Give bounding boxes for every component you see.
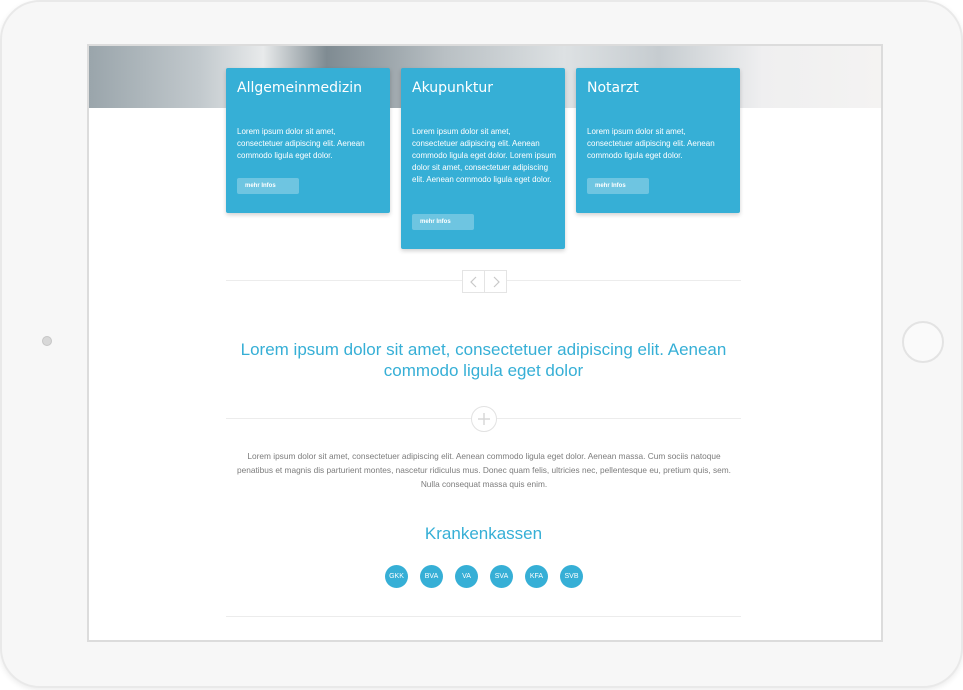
chevron-right-icon[interactable] — [484, 271, 506, 292]
card-body: Lorem ipsum dolor sit amet, consectetuer… — [412, 127, 557, 184]
kk-badge-sva[interactable]: SVA — [490, 565, 513, 588]
card-body: Lorem ipsum dolor sit amet, consectetuer… — [587, 127, 715, 160]
intro-paragraph: Lorem ipsum dolor sit amet, consectetuer… — [237, 451, 731, 489]
krankenkassen-title: Krankenkassen — [424, 524, 543, 543]
mehr-infos-button[interactable]: mehr Infos — [412, 214, 474, 230]
service-card-akupunktur: Akupunktur Lorem ipsum dolor sit amet, c… — [401, 68, 565, 249]
mehr-infos-button[interactable]: mehr Infos — [587, 178, 649, 194]
camera-dot — [42, 336, 52, 346]
kk-badge-svb[interactable]: SVB — [560, 565, 583, 588]
tablet-frame: Allgemeinmedizin Lorem ipsum dolor sit a… — [0, 0, 963, 688]
card-body: Lorem ipsum dolor sit amet, consectetuer… — [237, 127, 365, 160]
card-title: Allgemeinmedizin — [237, 80, 363, 96]
krankenkassen-list: GKK BVA VA SVA KFA SVB — [385, 565, 583, 588]
slider-nav — [462, 270, 507, 293]
kk-badge-bva[interactable]: BVA — [420, 565, 443, 588]
screen: Allgemeinmedizin Lorem ipsum dolor sit a… — [87, 44, 883, 642]
section-divider — [226, 616, 741, 617]
service-card-allgemeinmedizin: Allgemeinmedizin Lorem ipsum dolor sit a… — [226, 68, 390, 213]
service-card-notarzt: Notarzt Lorem ipsum dolor sit amet, cons… — [576, 68, 740, 213]
headline: Lorem ipsum dolor sit amet, consectetuer… — [240, 340, 727, 380]
chevron-left-icon[interactable] — [463, 271, 484, 292]
kk-badge-kfa[interactable]: KFA — [525, 565, 548, 588]
plus-icon — [471, 406, 497, 432]
card-title: Notarzt — [587, 80, 639, 96]
kk-badge-va[interactable]: VA — [455, 565, 478, 588]
home-button[interactable] — [902, 321, 944, 363]
card-title: Akupunktur — [412, 80, 493, 96]
mehr-infos-button[interactable]: mehr Infos — [237, 178, 299, 194]
kk-badge-gkk[interactable]: GKK — [385, 565, 408, 588]
